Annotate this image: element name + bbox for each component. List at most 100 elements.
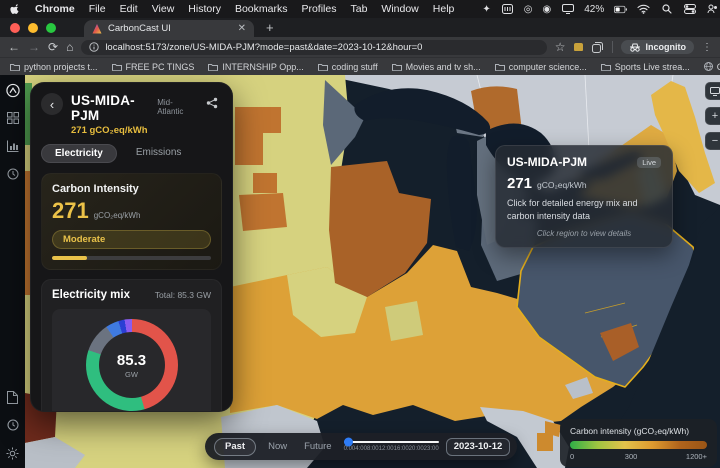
- back-button[interactable]: ←: [8, 41, 20, 53]
- legend-gradient-bar: [570, 441, 707, 449]
- legend-mid: 300: [625, 452, 638, 461]
- map-style-button[interactable]: [705, 82, 720, 100]
- mode-future-button[interactable]: Future: [299, 439, 336, 454]
- share-icon: [206, 97, 218, 109]
- bookmark-folder[interactable]: Sports Live strea...: [601, 62, 690, 72]
- tab-groups-icon[interactable]: [591, 41, 604, 53]
- bookmark-star-icon[interactable]: ☆: [555, 41, 566, 53]
- hour-slider[interactable]: 0:004:008:0012:0016:0020:0023:00: [344, 441, 439, 453]
- address-bar[interactable]: localhost:5173/zone/US-MIDA-PJM?mode=pas…: [81, 40, 546, 55]
- tab-electricity[interactable]: Electricity: [41, 144, 117, 163]
- browser-menu-icon[interactable]: ⋮: [702, 42, 712, 53]
- legend-title: Carbon intensity (gCO₂eq/kWh): [570, 426, 707, 436]
- new-tab-button[interactable]: +: [266, 20, 274, 35]
- zone-title: US-MIDA-PJM: [71, 93, 152, 123]
- menu-item-edit[interactable]: Edit: [120, 3, 138, 15]
- slider-ticks: 0:004:008:0012:0016:0020:0023:00: [344, 446, 439, 452]
- mode-past-button[interactable]: Past: [214, 438, 256, 456]
- tab-favicon: [92, 24, 102, 34]
- wifi-icon[interactable]: [637, 3, 650, 15]
- legend-min: 0: [570, 452, 574, 461]
- slider-thumb[interactable]: [344, 438, 353, 447]
- panel-tabs: Electricity Emissions: [31, 140, 232, 165]
- history-icon[interactable]: [6, 418, 20, 432]
- control-center-icon[interactable]: [683, 3, 696, 15]
- browser-tab[interactable]: CarbonCast UI ✕: [84, 20, 254, 37]
- app-dark-icon[interactable]: ◉: [543, 4, 552, 15]
- minimize-window-button[interactable]: [28, 23, 38, 33]
- date-picker-chip[interactable]: 2023-10-12: [446, 438, 511, 456]
- folder-icon: [318, 63, 328, 71]
- tab-emissions[interactable]: Emissions: [123, 144, 195, 163]
- zoom-window-button[interactable]: [46, 23, 56, 33]
- menu-item-chrome[interactable]: Chrome: [35, 3, 75, 15]
- zone-detail-panel: ‹ US-MIDA-PJM Mid-Atlantic 271 gCO₂eq/kW…: [30, 82, 233, 412]
- close-window-button[interactable]: [10, 23, 20, 33]
- zone-region-label: Mid-Atlantic: [157, 98, 194, 116]
- folder-icon: [208, 63, 218, 71]
- clock-icon[interactable]: [6, 167, 20, 181]
- reload-button[interactable]: ⟳: [48, 41, 58, 53]
- bookmark-folder[interactable]: python projects t...: [10, 62, 98, 72]
- carbon-intensity-unit: gCO₂eq/kWh: [94, 211, 141, 220]
- display-icon[interactable]: [561, 3, 574, 15]
- electricity-mix-title: Electricity mix: [52, 289, 130, 301]
- region-pale-patch[interactable]: [385, 301, 423, 341]
- sparkle-icon[interactable]: ✦: [482, 4, 490, 15]
- app-logo-icon[interactable]: [6, 83, 20, 97]
- macos-menu-bar: Chrome File Edit View History Bookmarks …: [0, 0, 720, 18]
- folder-icon: [495, 63, 505, 71]
- carbon-intensity-card: Carbon Intensity 271 gCO₂eq/kWh Moderate: [41, 173, 222, 270]
- record-icon[interactable]: ◎: [524, 4, 533, 15]
- extension-icon[interactable]: [574, 43, 583, 51]
- incognito-label: Incognito: [646, 42, 687, 52]
- battery-percent: 42%: [584, 4, 604, 15]
- document-icon[interactable]: [6, 390, 20, 404]
- bookmark-folder[interactable]: FREE PC TINGS: [112, 62, 195, 72]
- window-controls[interactable]: [0, 23, 66, 37]
- slider-track[interactable]: [344, 441, 439, 444]
- apple-logo-icon[interactable]: [10, 3, 21, 15]
- zoom-out-button[interactable]: −: [705, 132, 720, 150]
- share-button[interactable]: [202, 93, 222, 113]
- menu-item-window[interactable]: Window: [381, 3, 418, 15]
- menu-item-history[interactable]: History: [188, 3, 221, 15]
- spotlight-search-icon[interactable]: [660, 3, 673, 15]
- forward-button[interactable]: →: [28, 41, 40, 53]
- app-status-icon[interactable]: [501, 3, 514, 15]
- bookmark-folder[interactable]: INTERNSHIP Opp...: [208, 62, 303, 72]
- menu-item-help[interactable]: Help: [433, 3, 455, 15]
- tab-title: CarbonCast UI: [108, 23, 232, 34]
- bookmark-folder[interactable]: coding stuff: [318, 62, 378, 72]
- url-text: localhost:5173/zone/US-MIDA-PJM?mode=pas…: [105, 42, 422, 53]
- theme-sun-icon[interactable]: [6, 446, 20, 460]
- home-button[interactable]: ⌂: [66, 41, 73, 53]
- back-button-panel[interactable]: ‹: [41, 93, 63, 115]
- bookmark-folder[interactable]: Movies and tv sh...: [392, 62, 481, 72]
- chrome-tab-strip: CarbonCast UI ✕ +: [0, 18, 720, 37]
- tooltip-value: 271: [507, 175, 532, 192]
- battery-icon: [614, 3, 627, 15]
- bar-chart-icon[interactable]: [6, 139, 20, 153]
- menu-item-tab[interactable]: Tab: [350, 3, 367, 15]
- menu-item-bookmarks[interactable]: Bookmarks: [235, 3, 288, 15]
- carbon-intensity-title: Carbon Intensity: [52, 183, 211, 195]
- zoom-in-button[interactable]: +: [705, 107, 720, 125]
- legend-max: 1200+: [686, 452, 707, 461]
- tab-close-icon[interactable]: ✕: [238, 23, 246, 34]
- menu-item-profiles[interactable]: Profiles: [301, 3, 336, 15]
- intensity-progress-fill: [52, 256, 87, 260]
- live-badge: Live: [637, 157, 661, 168]
- mode-now-button[interactable]: Now: [263, 439, 292, 454]
- folder-icon: [112, 63, 122, 71]
- menu-item-file[interactable]: File: [89, 3, 106, 15]
- user-switch-icon[interactable]: [706, 3, 719, 15]
- tooltip-hint: Click region to view details: [507, 229, 661, 238]
- menu-item-view[interactable]: View: [152, 3, 175, 15]
- grid-view-icon[interactable]: [6, 111, 20, 125]
- bookmark-folder[interactable]: computer science...: [495, 62, 587, 72]
- site-info-icon[interactable]: [89, 42, 99, 52]
- tooltip-unit: gCO₂eq/kWh: [537, 180, 587, 190]
- bookmark-link[interactable]: Google Drive: [704, 62, 720, 72]
- electricity-mix-card: Electricity mix Total: 85.3 GW 85.3 GW N…: [41, 279, 222, 412]
